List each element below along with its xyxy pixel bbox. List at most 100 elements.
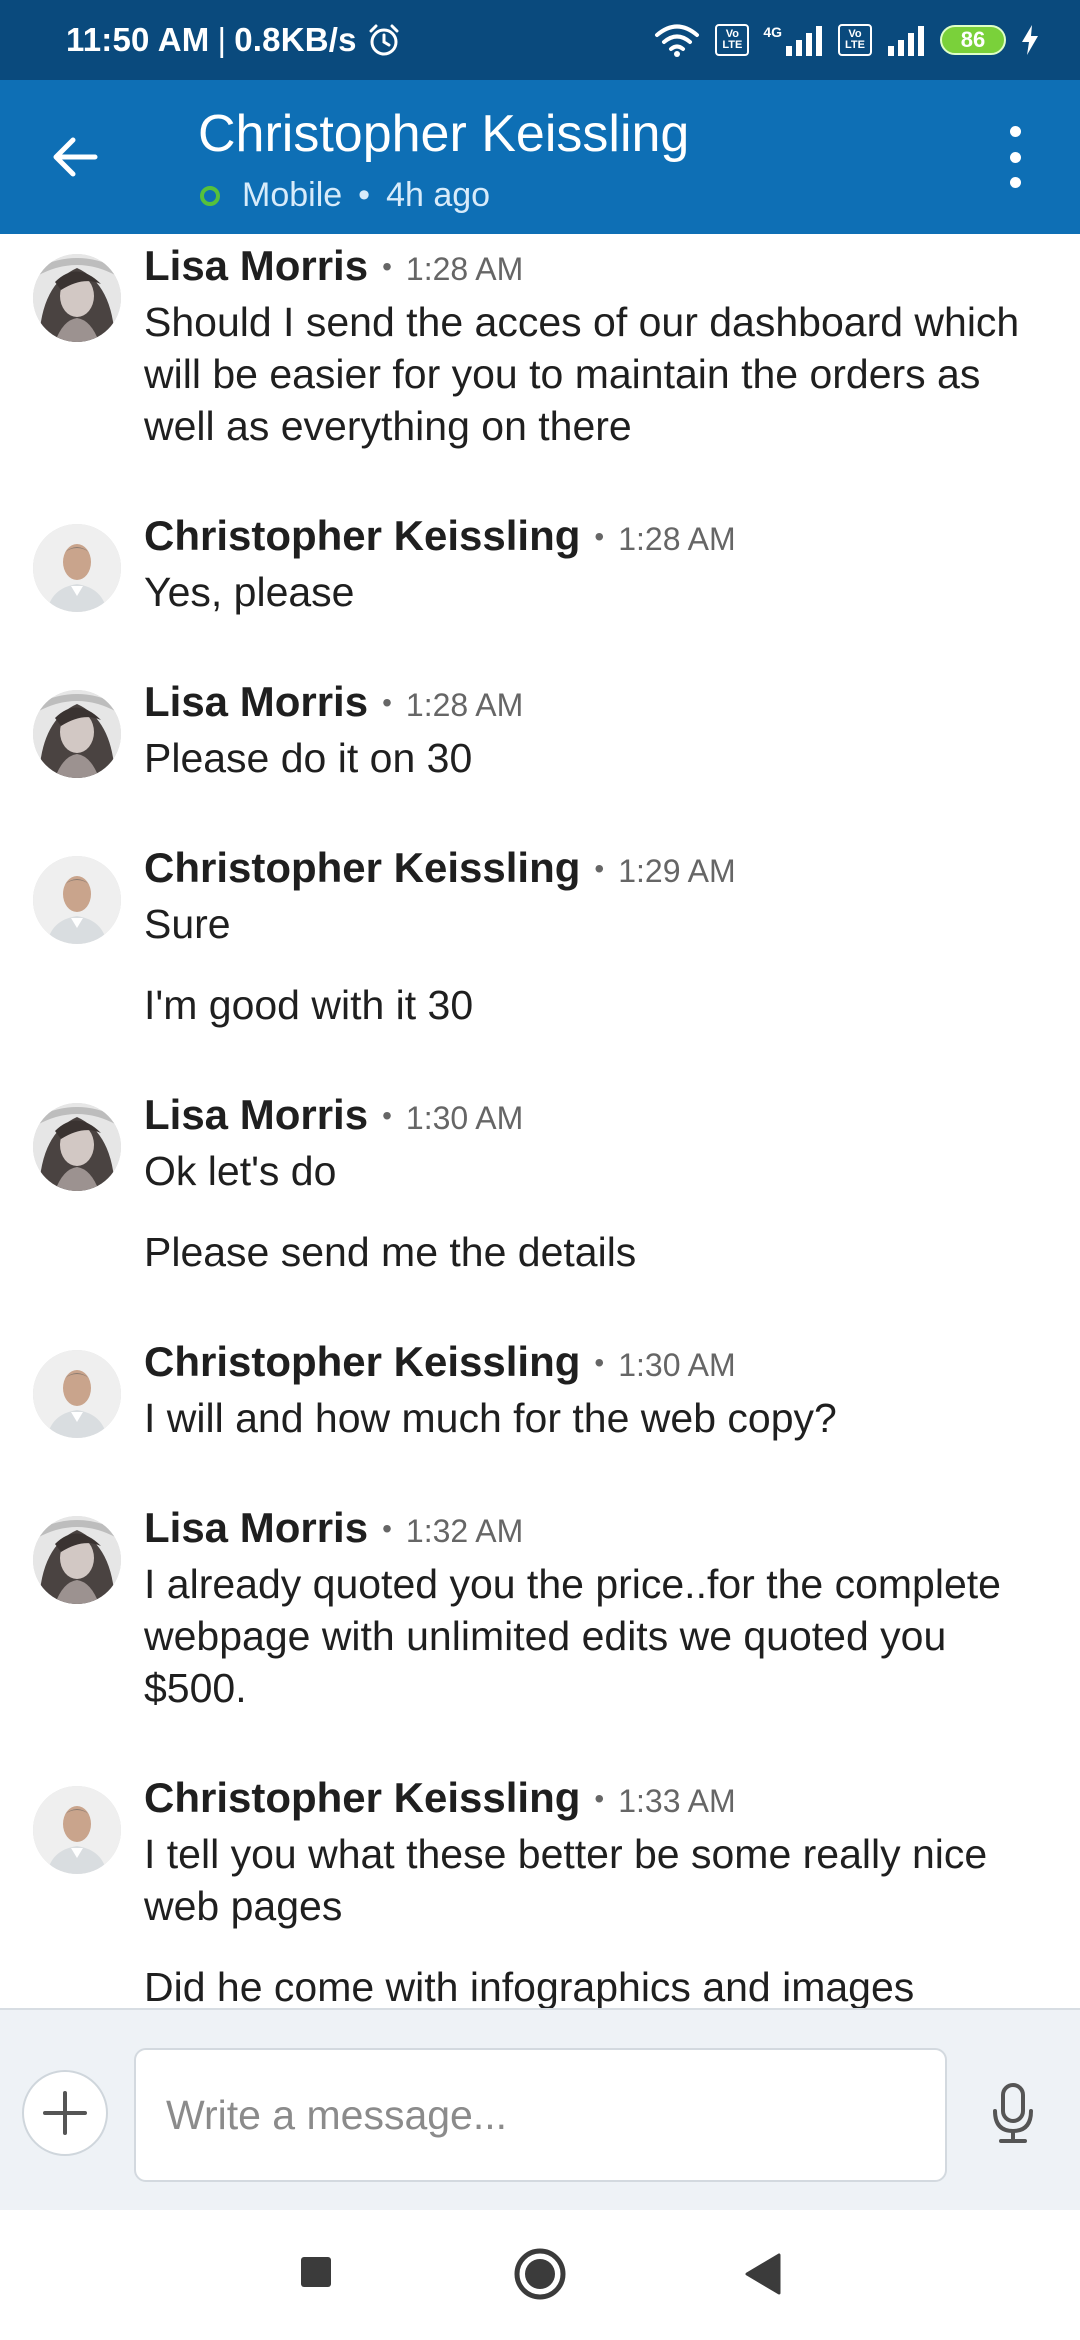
status-bar: 11:50 AM | 0.8KB/s Vo LTE 4G Vo LTE 86: [0, 0, 1080, 80]
signal-bars-2-icon: [888, 26, 924, 56]
alarm-icon: [369, 24, 399, 56]
contact-name[interactable]: Christopher Keissling: [198, 104, 689, 164]
message-input[interactable]: [134, 2048, 947, 2182]
avatar-lisa-morris[interactable]: [33, 690, 121, 778]
avatar-photo: [33, 1350, 121, 1438]
last-seen: 4h ago: [386, 176, 491, 214]
message-text: Did he come with infographics and images: [144, 1964, 915, 2008]
volte-1-bottom: LTE: [722, 39, 743, 51]
sender-name[interactable]: Christopher Keissling: [144, 1338, 580, 1386]
network-speed: 0.8KB/s: [234, 21, 357, 58]
message-header: Lisa Morris • 1:32 AM: [144, 1504, 1040, 1558]
plus-icon: [43, 2091, 87, 2135]
avatar-christopher-keissling[interactable]: [33, 1786, 121, 1874]
time-separator: •: [382, 1513, 392, 1544]
signal-strength-1: 4G: [763, 24, 824, 56]
volte-badge-2: Vo LTE: [838, 24, 872, 56]
avatar-photo: [33, 1516, 121, 1604]
message-header: Lisa Morris • 1:28 AM: [144, 242, 1040, 296]
more-dot: [1009, 151, 1021, 163]
charging-icon: [1022, 25, 1038, 55]
message-body: Christopher Keissling • 1:33 AM I tell y…: [144, 1774, 1040, 2008]
battery-indicator: 86: [940, 25, 1006, 55]
avatar-photo: [33, 1103, 121, 1191]
avatar-photo: [33, 690, 121, 778]
more-dot: [1009, 177, 1021, 188]
status-right: Vo LTE 4G Vo LTE 86: [653, 22, 1040, 58]
status-separator: •: [358, 176, 371, 214]
signal-bars-icon: [786, 26, 822, 56]
avatar-photo: [33, 254, 121, 342]
voice-message-button[interactable]: [986, 2082, 1040, 2146]
message-time: 1:32 AM: [405, 1513, 524, 1549]
more-options-button[interactable]: [990, 120, 1040, 194]
circle-icon: [514, 2248, 566, 2300]
home-button[interactable]: [508, 2242, 572, 2306]
avatar-christopher-keissling[interactable]: [33, 524, 121, 612]
conversation-header: Christopher Keissling Mobile • 4h ago: [0, 80, 1080, 234]
sender-name[interactable]: Lisa Morris: [144, 1504, 368, 1552]
recents-button[interactable]: [290, 2246, 342, 2298]
message-body: Christopher Keissling • 1:28 AM Yes, ple…: [144, 512, 1040, 618]
message-body: Christopher Keissling • 1:29 AM Sure I'm…: [144, 844, 1040, 1031]
message-text: I'm good with it 30: [144, 982, 474, 1028]
message-time: 1:33 AM: [618, 1783, 736, 1819]
message-header: Christopher Keissling • 1:30 AM: [144, 1338, 1040, 1392]
arrow-left-icon: [53, 137, 98, 177]
volte-2-bottom: LTE: [845, 39, 865, 51]
message-time: 1:28 AM: [618, 521, 736, 557]
network-type: 4G: [763, 24, 782, 40]
status-separator: |: [217, 21, 227, 58]
message-body: Christopher Keissling • 1:30 AM I will a…: [144, 1338, 1040, 1444]
message-body: Lisa Morris • 1:28 AM Should I send the …: [144, 242, 1040, 452]
message-time: 1:28 AM: [405, 687, 524, 723]
message-time: 1:30 AM: [618, 1347, 736, 1383]
avatar-lisa-morris[interactable]: [33, 1103, 121, 1191]
system-navigation-bar: [0, 2210, 1080, 2340]
message-text: I tell you what these better be some rea…: [144, 1831, 988, 1929]
message-header: Lisa Morris • 1:30 AM: [144, 1091, 1040, 1145]
message-text: I already quoted you the price..for the …: [144, 1561, 1001, 1711]
avatar-lisa-morris[interactable]: [33, 1516, 121, 1604]
sender-name[interactable]: Lisa Morris: [144, 678, 368, 726]
message-text: I will and how much for the web copy?: [144, 1395, 837, 1441]
sender-name[interactable]: Lisa Morris: [144, 242, 368, 290]
message-time: 1:29 AM: [618, 853, 736, 889]
message-list[interactable]: Lisa Morris • 1:28 AM Should I send the …: [0, 234, 1080, 2008]
avatar-photo: [33, 856, 121, 944]
sender-name[interactable]: Christopher Keissling: [144, 512, 580, 560]
avatar-photo: [33, 1786, 121, 1874]
message-header: Christopher Keissling • 1:28 AM: [144, 512, 1040, 566]
sender-name[interactable]: Christopher Keissling: [144, 1774, 580, 1822]
time-separator: •: [594, 1347, 605, 1378]
message-header: Lisa Morris • 1:28 AM: [144, 678, 1040, 732]
avatar-photo: [33, 524, 121, 612]
add-attachment-button[interactable]: [22, 2070, 108, 2156]
message-header: Christopher Keissling • 1:33 AM: [144, 1774, 1040, 1828]
triangle-back-icon: [745, 2253, 781, 2295]
online-status-icon: [200, 185, 220, 206]
more-vertical-icon: [1009, 126, 1021, 137]
time-separator: •: [594, 853, 605, 884]
time-separator: •: [382, 251, 392, 282]
presence-status: Mobile • 4h ago: [198, 176, 490, 215]
message-body: Lisa Morris • 1:30 AM Ok let's do Please…: [144, 1091, 1040, 1278]
message-text: Please do it on 30: [144, 735, 473, 781]
message-time: 1:30 AM: [405, 1100, 524, 1136]
microphone-icon: [993, 2083, 1033, 2143]
message-text: Sure: [144, 901, 231, 947]
message-text: Ok let's do: [144, 1148, 337, 1194]
sender-name[interactable]: Christopher Keissling: [144, 844, 580, 892]
time-separator: •: [594, 1783, 605, 1814]
message-time: 1:28 AM: [405, 251, 524, 287]
avatar-christopher-keissling[interactable]: [33, 1350, 121, 1438]
avatar-lisa-morris[interactable]: [33, 254, 121, 342]
time-separator: •: [382, 687, 392, 718]
message-text: Yes, please: [144, 569, 355, 615]
back-navigation-button[interactable]: [736, 2244, 788, 2304]
back-button[interactable]: [40, 122, 110, 192]
avatar-christopher-keissling[interactable]: [33, 856, 121, 944]
sender-name[interactable]: Lisa Morris: [144, 1091, 368, 1139]
volte-badge-1: Vo LTE: [715, 24, 750, 56]
time-separator: •: [382, 1100, 392, 1131]
